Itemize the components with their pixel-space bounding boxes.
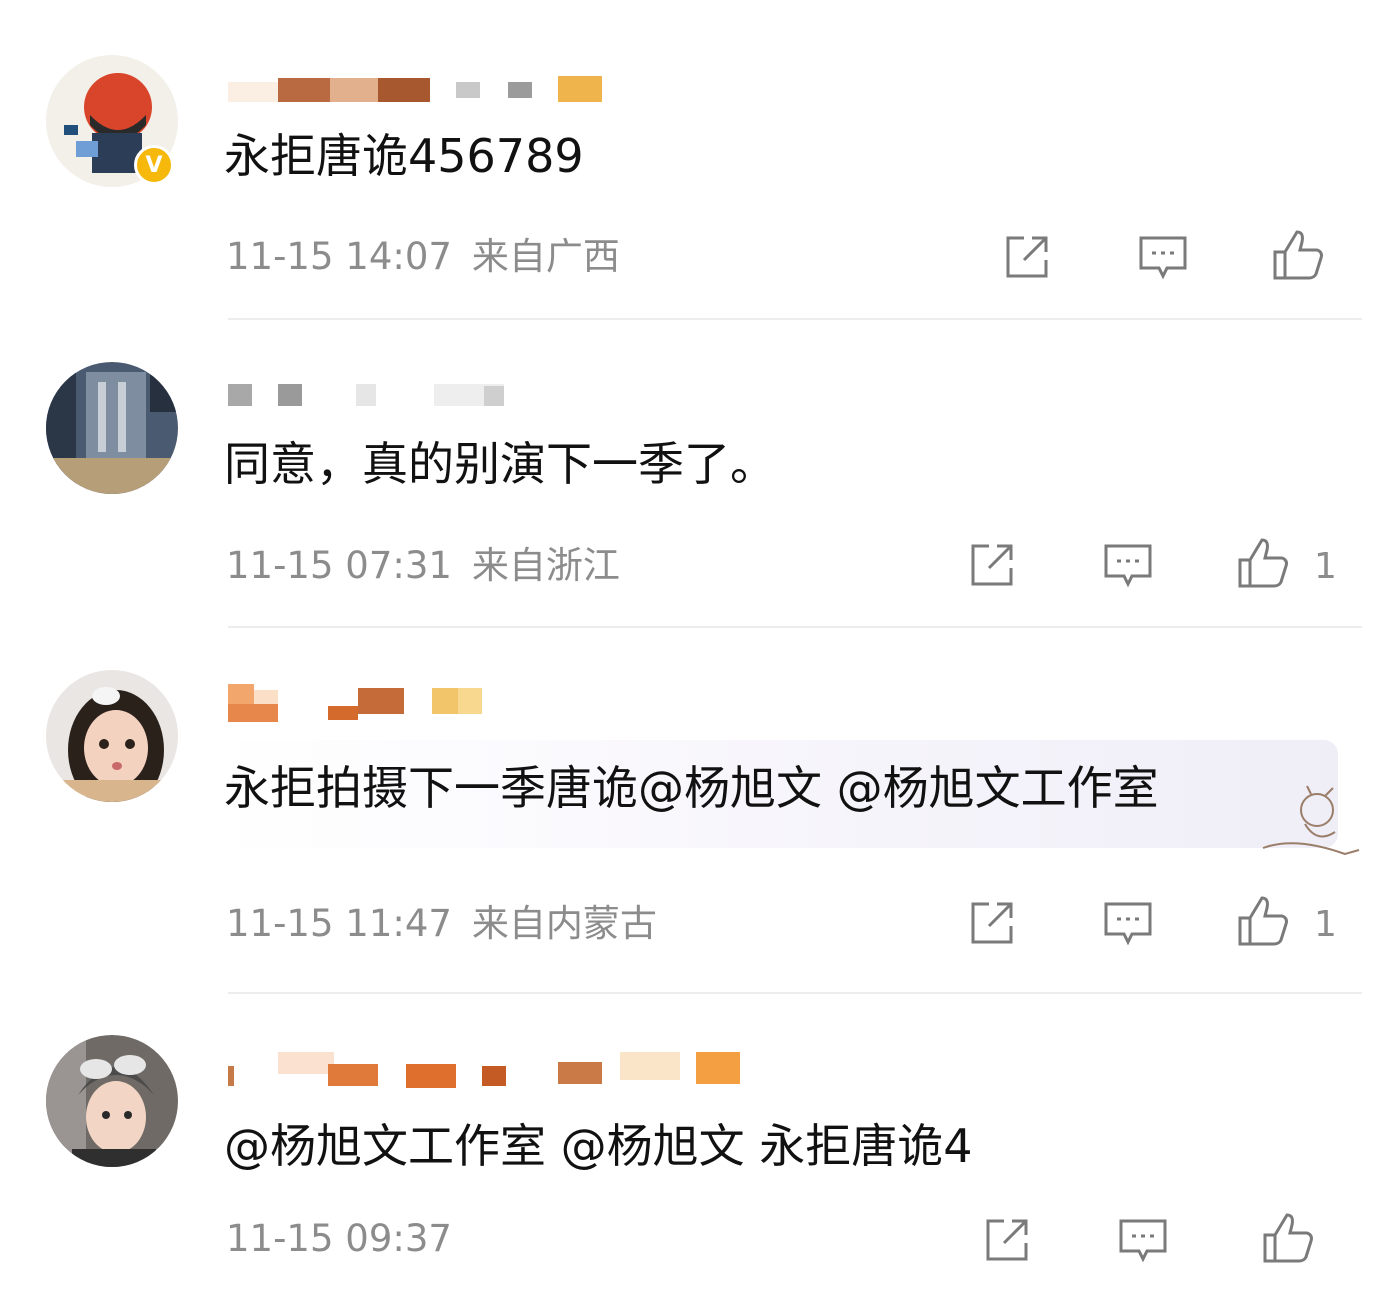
comment-meta: 11-15 07:31 来自浙江 (226, 544, 620, 588)
share-icon (986, 1219, 1028, 1261)
comment-text: @杨旭文工作室 @杨旭文 永拒唐诡4 (224, 1116, 973, 1176)
share-button[interactable] (964, 895, 1020, 951)
share-icon (971, 902, 1013, 944)
comment-location: 来自广西 (471, 235, 620, 278)
divider (228, 318, 1362, 320)
comment-text-plain: 永拒拍摄下一季唐诡 (224, 761, 638, 815)
username-blurred[interactable] (228, 1052, 748, 1092)
mention-link[interactable]: @杨旭文工作室 (224, 1119, 546, 1173)
avatar[interactable] (46, 670, 178, 802)
like-button[interactable] (1235, 893, 1291, 949)
avatar[interactable] (46, 1035, 178, 1167)
thumbs-up-icon (1238, 896, 1288, 946)
username-blurred[interactable] (228, 72, 618, 112)
username-blurred[interactable] (228, 684, 488, 724)
like-button[interactable] (1270, 227, 1326, 283)
mention-link[interactable]: @杨旭文 (638, 761, 822, 815)
thumbs-up-icon (1273, 230, 1323, 280)
share-icon (1006, 236, 1048, 278)
mention-link[interactable]: @杨旭文工作室 (837, 761, 1159, 815)
comment-meta: 11-15 09:37 (226, 1217, 472, 1261)
divider (228, 626, 1362, 628)
avatar[interactable] (46, 362, 178, 494)
share-icon (971, 544, 1013, 586)
sticker-decoration (1255, 784, 1365, 864)
comment-meta: 11-15 14:07 来自广西 (226, 235, 620, 279)
comment-time: 11-15 14:07 (226, 235, 452, 278)
comment-text: 永拒唐诡456789 (224, 129, 584, 183)
comment-icon (1104, 544, 1152, 588)
mention-link[interactable]: @杨旭文 (561, 1119, 745, 1173)
comment-time: 11-15 07:31 (226, 544, 452, 587)
share-button[interactable] (964, 537, 1020, 593)
comment-time: 11-15 11:47 (226, 902, 452, 945)
comment-text: 同意，真的别演下一季了。 (224, 437, 776, 491)
comment-text-plain: 永拒唐诡4 (759, 1119, 973, 1173)
comment-icon (1119, 1219, 1167, 1263)
thumbs-up-icon (1263, 1213, 1313, 1263)
comment-text: 永拒拍摄下一季唐诡@杨旭文 @杨旭文工作室 (224, 758, 1159, 818)
comment-icon (1139, 236, 1187, 280)
like-count: 1 (1314, 904, 1337, 945)
comment-button[interactable] (1100, 537, 1156, 593)
like-button[interactable] (1235, 535, 1291, 591)
like-button[interactable] (1260, 1210, 1316, 1266)
comment-location: 来自内蒙古 (471, 902, 657, 945)
comment-icon (1104, 902, 1152, 946)
comment-button[interactable] (1100, 895, 1156, 951)
like-count: 1 (1314, 546, 1337, 587)
comment-button[interactable] (1115, 1212, 1171, 1268)
username-blurred[interactable] (228, 380, 518, 420)
divider (228, 992, 1362, 994)
comment-time: 11-15 09:37 (226, 1217, 452, 1260)
thumbs-up-icon (1238, 538, 1288, 588)
comment-button[interactable] (1135, 229, 1191, 285)
share-button[interactable] (999, 229, 1055, 285)
verified-badge-icon: V (134, 145, 174, 185)
comment-meta: 11-15 11:47 来自内蒙古 (226, 902, 657, 946)
share-button[interactable] (979, 1212, 1035, 1268)
comment-location: 来自浙江 (471, 544, 620, 587)
